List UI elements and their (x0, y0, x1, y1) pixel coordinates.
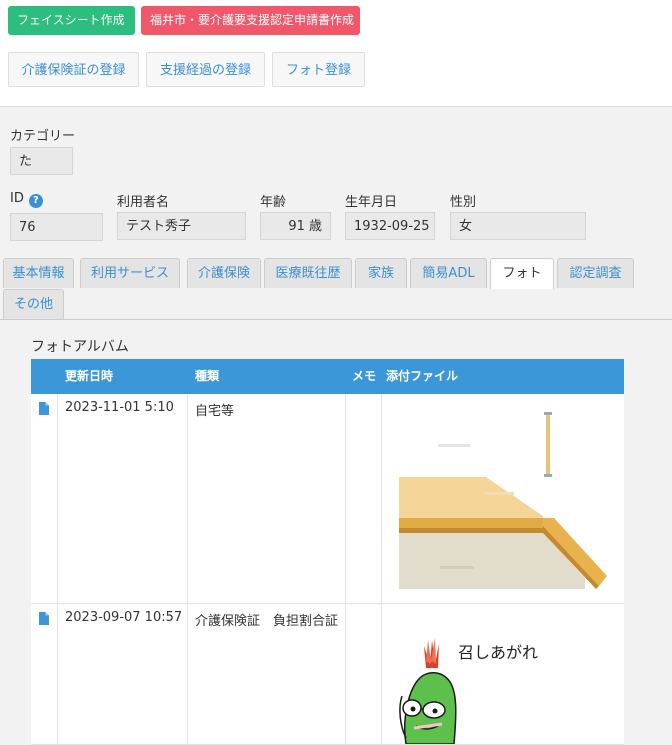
birth-field: 1932-09-25 (345, 212, 435, 240)
document-icon[interactable] (39, 612, 49, 625)
category-label: カテゴリー (10, 129, 76, 144)
photo-album-title: フォトアルバム (31, 339, 129, 355)
attachment-thumbnail[interactable]: 召しあがれ (388, 610, 613, 744)
tab-photo[interactable]: フォト (490, 258, 554, 289)
type-cell: 介護保険証 負担割合証 (188, 604, 346, 744)
tab-divider (0, 319, 672, 320)
type-text: 介護保険証 負担割合証 (195, 614, 339, 629)
tab-family[interactable]: 家族 (355, 258, 407, 288)
photo-register-button[interactable]: フォト登録 (272, 52, 365, 87)
table-row: 2023-09-07 10:57 介護保険証 負担割合証 召しあがれ (31, 604, 624, 745)
illustration-caption: 召しあがれ (458, 643, 538, 662)
type-text: 自宅等 (195, 404, 235, 419)
age-field: 91 歳 (260, 212, 331, 240)
tab-medical-history[interactable]: 医療既往歴 (264, 258, 352, 288)
table-header: 更新日時 種類 メモ 添付ファイル (31, 359, 624, 394)
document-icon[interactable] (39, 402, 49, 415)
id-field: 76 (10, 213, 103, 241)
id-label: ID (10, 191, 24, 206)
updated-cell: 2023-09-07 10:57 (58, 604, 188, 744)
tab-basic-info[interactable]: 基本情報 (3, 258, 74, 288)
tab-certification-survey[interactable]: 認定調査 (557, 258, 634, 288)
age-label: 年齢 (260, 195, 287, 210)
gender-label: 性別 (450, 195, 477, 210)
top-toolbar: フェイスシート作成 福井市・要介護要支援認定申請書作成 介護保険証の登録 支援経… (0, 0, 672, 107)
birth-label: 生年月日 (345, 195, 398, 210)
updated-text: 2023-11-01 5:10 (65, 400, 174, 415)
header-memo: メモ (352, 369, 377, 383)
tab-others[interactable]: その他 (3, 289, 64, 319)
fukui-application-create-button[interactable]: 福井市・要介護要支援認定申請書作成 (141, 6, 360, 35)
updated-cell: 2023-11-01 5:10 (58, 394, 188, 603)
header-attachment: 添付ファイル (386, 369, 459, 383)
tab-services[interactable]: 利用サービス (80, 258, 180, 288)
gender-field: 女 (450, 212, 586, 240)
memo-cell (346, 604, 382, 744)
attachment-thumbnail[interactable] (388, 400, 613, 603)
insurance-register-button[interactable]: 介護保険証の登録 (8, 52, 139, 87)
header-updated: 更新日時 (65, 369, 114, 383)
name-label: 利用者名 (117, 195, 170, 210)
support-progress-register-button[interactable]: 支援経過の登録 (146, 52, 265, 87)
row-icon-cell (31, 604, 58, 744)
table-row: 2023-11-01 5:10 自宅等 (31, 394, 624, 604)
memo-cell (346, 394, 382, 603)
header-type: 種類 (195, 369, 220, 383)
tab-care-insurance[interactable]: 介護保険 (187, 258, 261, 288)
row-icon-cell (31, 394, 58, 603)
facesheet-create-button[interactable]: フェイスシート作成 (8, 6, 135, 35)
name-field: テスト秀子 (117, 212, 246, 240)
id-label-wrap: ID? (10, 191, 43, 208)
category-field: た (10, 147, 73, 175)
tab-simple-adl[interactable]: 簡易ADL (410, 258, 487, 288)
type-cell: 自宅等 (188, 394, 346, 603)
illustration-image: 召しあがれ (388, 610, 613, 744)
updated-text: 2023-09-07 10:57 (65, 610, 183, 625)
room-photo-image (388, 400, 613, 603)
help-icon[interactable]: ? (28, 194, 43, 208)
